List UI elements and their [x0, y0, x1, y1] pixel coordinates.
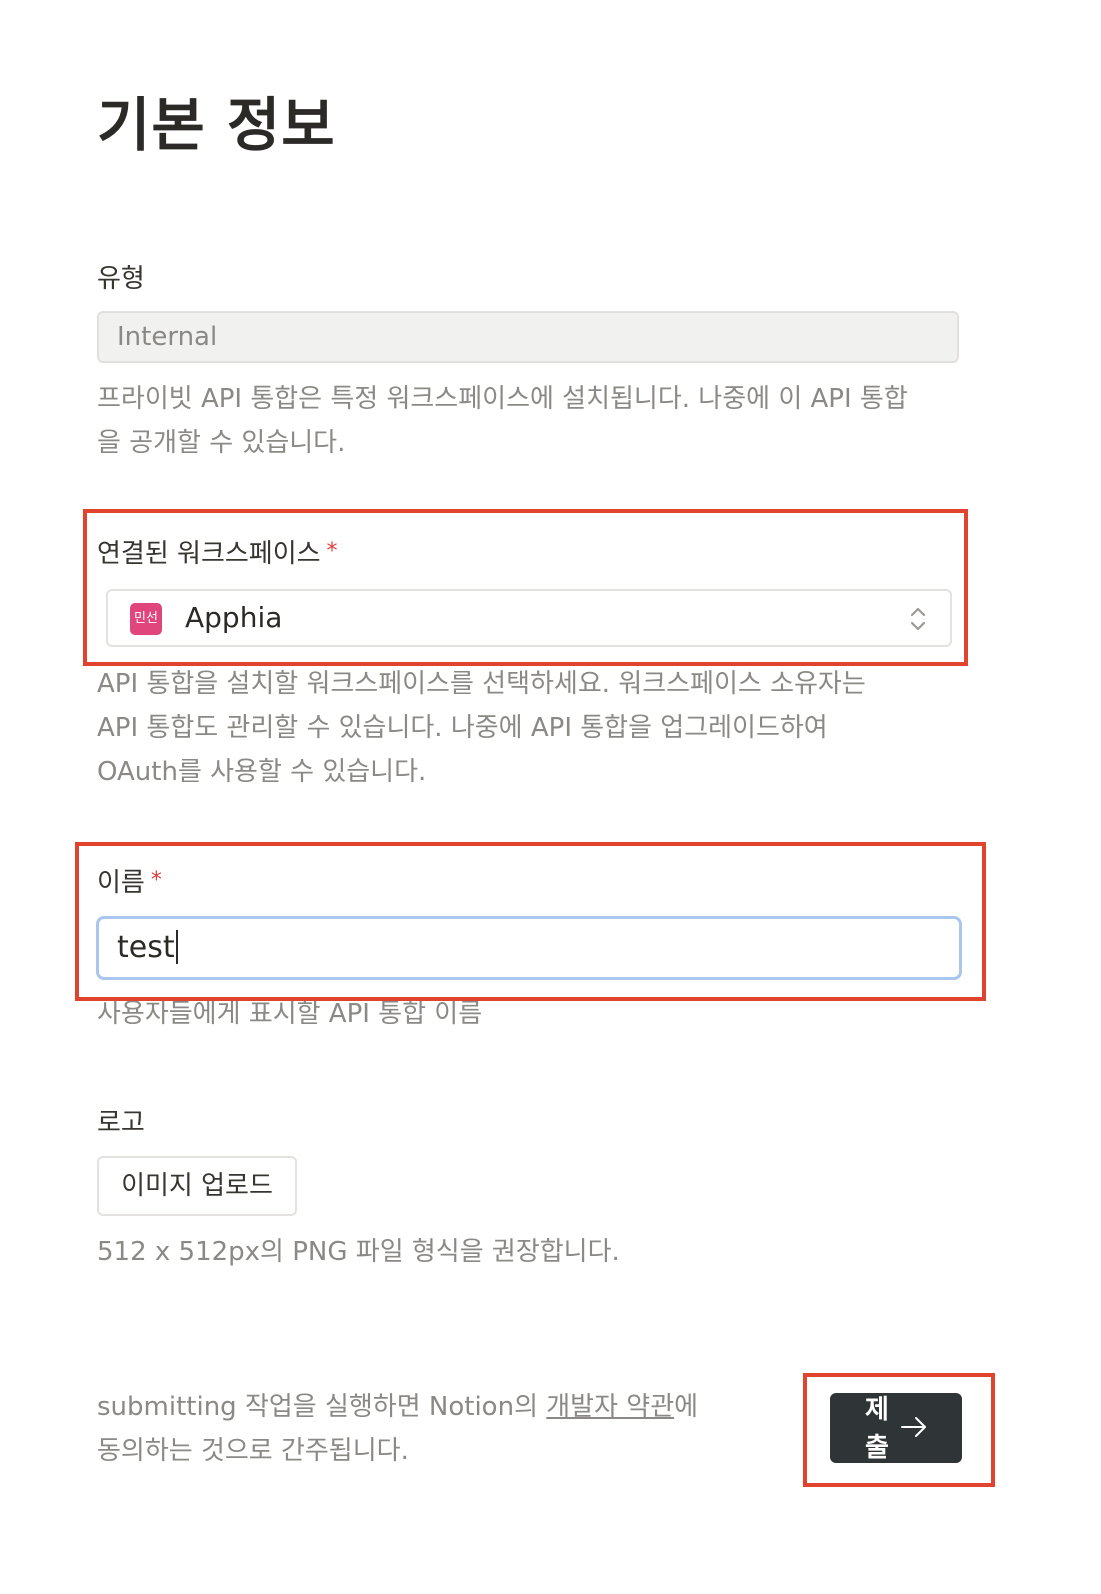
- logo-label: 로고: [97, 1108, 145, 1138]
- terms-suffix: 에: [674, 1392, 699, 1422]
- highlight-box-workspace: [83, 509, 968, 666]
- type-help: 프라이빗 API 통합은 특정 워크스페이스에 설치됩니다. 나중에 이 API…: [97, 377, 908, 465]
- type-label: 유형: [97, 264, 145, 294]
- type-field: Internal: [97, 311, 959, 363]
- logo-help: 512 x 512px의 PNG 파일 형식을 권장합니다.: [97, 1237, 620, 1267]
- type-help-line-2: 을 공개할 수 있습니다.: [97, 428, 346, 458]
- developer-terms-link[interactable]: 개발자 약관: [546, 1392, 674, 1422]
- workspace-help-line-1: API 통합을 설치할 워크스페이스를 선택하세요. 워크스페이스 소유자는: [97, 669, 866, 699]
- workspace-help-line-2: API 통합도 관리할 수 있습니다. 나중에 API 통합을 업그레이드하여: [97, 713, 828, 743]
- type-value: Internal: [117, 322, 218, 352]
- workspace-help-line-3: OAuth를 사용할 수 있습니다.: [97, 757, 427, 787]
- workspace-help: API 통합을 설치할 워크스페이스를 선택하세요. 워크스페이스 소유자는 A…: [97, 662, 866, 794]
- terms-line-2: 동의하는 것으로 간주됩니다.: [97, 1436, 409, 1466]
- page-title: 기본 정보: [97, 91, 336, 159]
- terms-line-1: submitting 작업을 실행하면 Notion의 개발자 약관에: [97, 1385, 698, 1429]
- upload-image-button[interactable]: 이미지 업로드: [97, 1156, 297, 1216]
- terms-text: submitting 작업을 실행하면 Notion의 개발자 약관에 동의하는…: [97, 1385, 698, 1473]
- terms-prefix: submitting 작업을 실행하면 Notion의: [97, 1392, 547, 1422]
- highlight-box-submit: [803, 1373, 995, 1487]
- highlight-box-name: [75, 842, 986, 1001]
- type-help-line-1: 프라이빗 API 통합은 특정 워크스페이스에 설치됩니다. 나중에 이 API…: [97, 384, 908, 414]
